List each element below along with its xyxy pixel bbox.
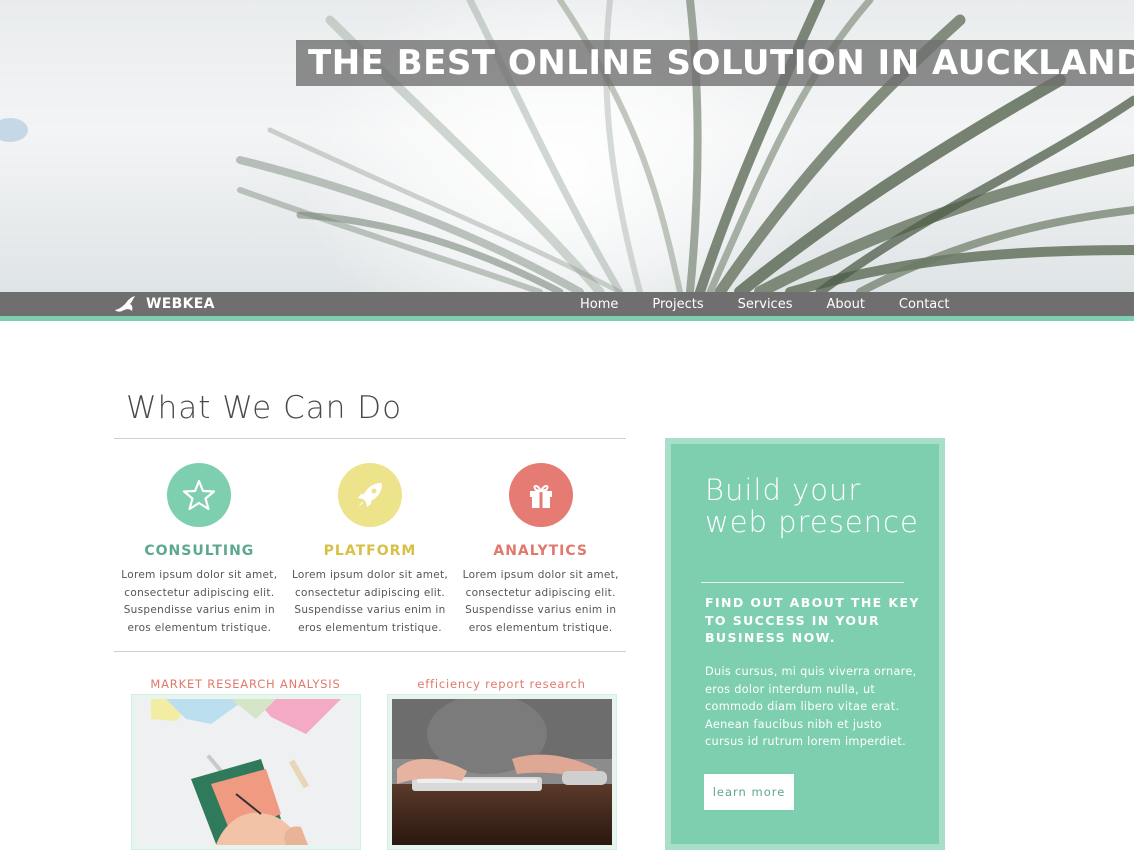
thumbnail-label: efficiency report research (417, 677, 586, 691)
thumbnail-market-research[interactable] (131, 694, 361, 850)
nav-accent-stripe (0, 316, 1134, 321)
nav-link-contact[interactable]: Contact (899, 297, 950, 312)
feature-consulting: CONSULTING Lorem ipsum dolor sit amet, c… (114, 460, 285, 637)
nav-link-services[interactable]: Services (738, 297, 793, 312)
thumbnail-label: MARKET RESEARCH ANALYSIS (150, 677, 341, 691)
feature-title: CONSULTING (144, 543, 255, 559)
feature-text: Lorem ipsum dolor sit amet, consectetur … (121, 569, 278, 634)
feature-text: Lorem ipsum dolor sit amet, consectetur … (462, 569, 619, 634)
cta-divider (701, 582, 904, 583)
cta-panel: Build your web presence FIND OUT ABOUT T… (665, 438, 945, 850)
section-divider-bottom (114, 651, 626, 652)
kea-bird-icon (115, 296, 135, 312)
feature-title: PLATFORM (323, 543, 417, 559)
nav-link-projects[interactable]: Projects (652, 297, 703, 312)
craft-desk-image (136, 699, 356, 845)
cta-subheading: FIND OUT ABOUT THE KEY TO SUCCESS IN YOU… (705, 595, 920, 645)
feature-icon-circle (338, 463, 402, 527)
keyboard-typing-image (392, 694, 612, 845)
cta-body: Duis cursus, mi quis viverra ornare, ero… (705, 665, 917, 748)
brand-logo[interactable]: WEBKEA (114, 292, 215, 316)
nav-menu: Home Projects Services About Contact (563, 292, 967, 316)
feature-text: Lorem ipsum dolor sit amet, consectetur … (291, 569, 449, 634)
feature-icon-circle (167, 463, 232, 527)
cta-heading: Build your web presence (705, 473, 919, 539)
rocket-icon (358, 483, 382, 507)
section-divider-top (114, 438, 626, 439)
section-title: What We Can Do (126, 390, 403, 426)
feature-analytics: ANALYTICS Lorem ipsum dolor sit amet, co… (455, 460, 626, 637)
feature-title: ANALYTICS (493, 543, 588, 559)
hero-title: THE BEST ONLINE SOLUTION IN AUCKLAND. (296, 40, 1134, 86)
thumbnail-efficiency-report[interactable] (387, 694, 617, 850)
hero-banner: THE BEST ONLINE SOLUTION IN AUCKLAND. (0, 0, 1134, 292)
nav-link-home[interactable]: Home (580, 297, 618, 312)
features-row: CONSULTING Lorem ipsum dolor sit amet, c… (114, 460, 626, 637)
learn-more-button[interactable]: learn more (704, 774, 794, 810)
feature-icon-circle (508, 463, 573, 527)
brand-name: WEBKEA (146, 296, 215, 312)
top-navbar: WEBKEA Home Projects Services About Cont… (0, 292, 1134, 316)
feature-platform: PLATFORM Lorem ipsum dolor sit amet, con… (285, 460, 456, 637)
star-icon (183, 479, 216, 511)
nav-link-about[interactable]: About (826, 297, 864, 312)
gift-icon (529, 485, 552, 508)
